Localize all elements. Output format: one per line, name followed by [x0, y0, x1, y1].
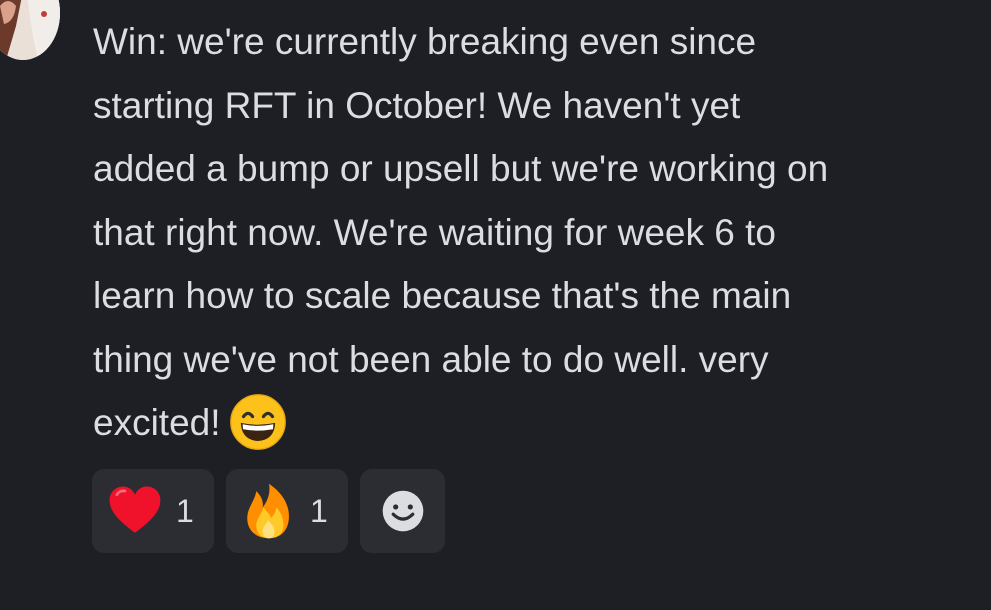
- message-line: learn how to scale because that's the ma…: [93, 275, 792, 316]
- message-text: Win: we're currently breaking even since…: [93, 10, 973, 455]
- message-line: excited!: [93, 402, 221, 443]
- red-heart-icon: [106, 482, 164, 540]
- add-reaction-button[interactable]: [360, 469, 445, 553]
- reaction-heart-button[interactable]: 1: [92, 469, 214, 553]
- reaction-fire-button[interactable]: 1: [226, 469, 348, 553]
- message-line: starting RFT in October! We haven't yet: [93, 84, 741, 126]
- user-avatar[interactable]: [0, 0, 60, 60]
- grinning-face-emoji-icon: [229, 393, 287, 451]
- chat-message: Win: we're currently breaking even since…: [93, 10, 973, 455]
- message-line: that right now. We're waiting for week 6…: [93, 211, 777, 253]
- smiley-add-reaction-icon: [382, 490, 423, 532]
- reactions-bar: 1 1: [92, 469, 445, 553]
- avatar-image: [0, 0, 60, 60]
- message-line: added a bump or upsell but we're working…: [93, 148, 829, 189]
- message-line: Win: we're currently breaking even since: [93, 21, 757, 62]
- message-line: thing we've not been able to do well. ve…: [93, 338, 769, 380]
- reaction-count: 1: [310, 492, 328, 529]
- reaction-count: 1: [176, 492, 194, 529]
- fire-icon: [240, 482, 298, 540]
